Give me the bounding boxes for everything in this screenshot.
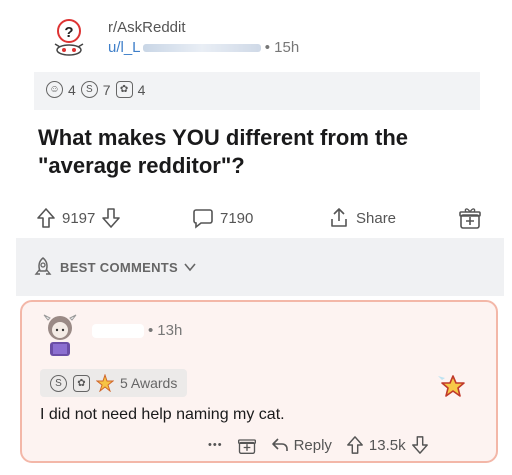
chevron-down-icon	[184, 263, 196, 272]
award-count: 4	[137, 81, 146, 98]
post-action-bar: 9197 7190 Share	[34, 204, 490, 232]
post-title[interactable]: What makes YOU different from the "avera…	[38, 124, 478, 180]
author-name[interactable]: u/l_L	[108, 39, 141, 56]
avatar[interactable]	[38, 310, 82, 360]
comment-icon	[193, 209, 213, 229]
share-label: Share	[356, 209, 397, 227]
silver-award-icon: S	[80, 81, 98, 98]
askreddit-icon[interactable]: ?	[52, 18, 86, 58]
downvote-icon[interactable]	[411, 435, 429, 455]
redacted-username	[92, 323, 144, 338]
upvote-icon[interactable]	[36, 207, 56, 229]
share-icon	[331, 208, 347, 227]
give-award-icon[interactable]	[237, 435, 257, 455]
give-award-icon[interactable]	[458, 206, 482, 230]
comment-action-bar: ••• Reply 13.5k	[208, 434, 443, 456]
helpful-award-icon: ✿	[115, 81, 133, 98]
downvote-icon[interactable]	[101, 207, 121, 229]
share-button[interactable]: Share	[328, 207, 396, 229]
time-separator: •	[148, 322, 154, 339]
redacted-username	[142, 44, 261, 53]
comment-vote-group: 13.5k	[346, 435, 429, 455]
wholesome-award-icon: ☺	[46, 81, 63, 98]
upvote-icon[interactable]	[346, 435, 364, 455]
subreddit-name[interactable]: r/AskReddit	[108, 19, 186, 36]
comment-author[interactable]: • 13h	[92, 322, 182, 339]
sort-label: BEST COMMENTS	[60, 259, 179, 275]
comment-time: 13h	[157, 322, 183, 339]
post-author[interactable]: u/l_L • 15h	[108, 39, 299, 56]
post-score: 9197	[62, 209, 96, 227]
post-time: 15h	[274, 39, 300, 56]
comment-score: 13.5k	[368, 436, 406, 454]
comment-count: 7190	[220, 209, 254, 227]
vote-group: 9197	[36, 207, 121, 229]
post-header: ? r/AskReddit u/l_L • 15h	[34, 14, 504, 64]
silver-award-icon: S	[50, 374, 67, 392]
star-award-icon[interactable]	[436, 372, 466, 400]
time-separator: •	[264, 39, 270, 56]
comment-awards-badge[interactable]: S ✿ 5 Awards	[40, 369, 188, 397]
comment-sort-bar[interactable]: BEST COMMENTS	[16, 238, 504, 296]
reply-label: Reply	[293, 436, 332, 454]
comment-body: I did not need help naming my cat.	[40, 406, 285, 423]
comments-button[interactable]: 7190	[192, 207, 253, 229]
award-count: 4	[68, 81, 76, 98]
svg-text:?: ?	[64, 24, 73, 41]
rocket-icon	[34, 257, 52, 275]
reply-button[interactable]: Reply	[271, 437, 332, 454]
comment-card: • 13h S ✿ 5 Awards I did not need help n…	[20, 300, 498, 463]
helpful-award-icon: ✿	[73, 374, 90, 392]
rocket-like-award-icon	[96, 374, 114, 392]
post-awards-strip[interactable]: ☺ 4 S 7 ✿ 4	[34, 72, 480, 110]
award-count: 7	[102, 81, 111, 98]
awards-count-label: 5 Awards	[120, 375, 178, 391]
reply-icon	[271, 438, 288, 451]
more-options-button[interactable]: •••	[208, 439, 223, 451]
